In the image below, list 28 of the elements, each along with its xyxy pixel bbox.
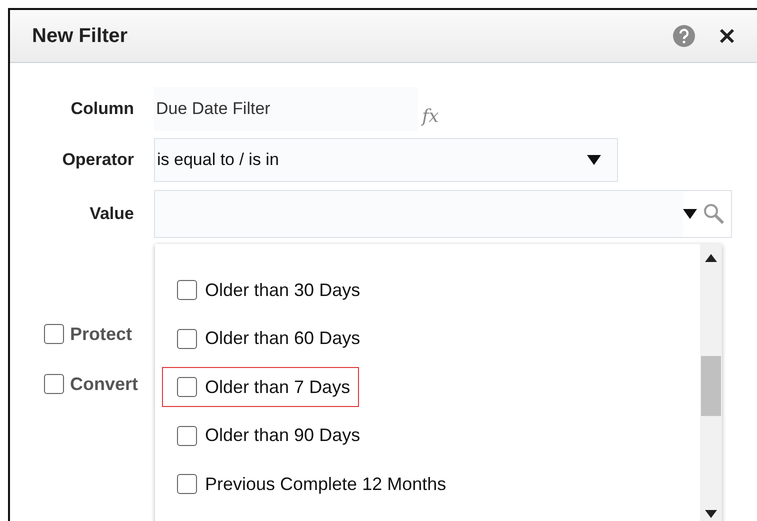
- checkbox[interactable]: [177, 474, 197, 494]
- dropdown-item[interactable]: Previous Complete 12 Months: [162, 464, 456, 504]
- caret-icon: [587, 155, 601, 165]
- field-label: Column: [70, 99, 134, 119]
- checkbox[interactable]: [44, 324, 64, 344]
- scroll-up-icon[interactable]: [705, 254, 717, 262]
- dropdown-item[interactable]: Older than 90 Days: [162, 416, 370, 456]
- dropdown-item[interactable]: Older than 30 Days: [162, 270, 370, 310]
- help-icon[interactable]: [673, 25, 695, 47]
- checkbox[interactable]: [177, 426, 197, 446]
- formula-button[interactable]: fx: [422, 106, 439, 126]
- checkbox[interactable]: [177, 377, 197, 397]
- dialog-title: New Filter: [32, 24, 129, 48]
- checkbox[interactable]: [177, 280, 197, 300]
- dropdown-item[interactable]: Older than 60 Days: [162, 318, 370, 358]
- checkbox[interactable]: [177, 328, 197, 348]
- field-label: Operator: [61, 150, 134, 170]
- scrollbar[interactable]: [700, 244, 722, 521]
- option-label: Convert: [70, 374, 138, 394]
- scrollbar-thumb[interactable]: [701, 356, 721, 416]
- operator-select[interactable]: is equal to / is in: [154, 138, 618, 182]
- close-icon[interactable]: [719, 28, 735, 44]
- dropdown-item[interactable]: Older than 7 Days: [162, 367, 360, 407]
- option-label: Protect: [70, 324, 132, 344]
- column-field[interactable]: Due Date Filter: [154, 87, 418, 131]
- field-label: Value: [88, 204, 134, 224]
- checkbox[interactable]: [44, 374, 64, 394]
- scroll-down-icon[interactable]: [705, 510, 717, 518]
